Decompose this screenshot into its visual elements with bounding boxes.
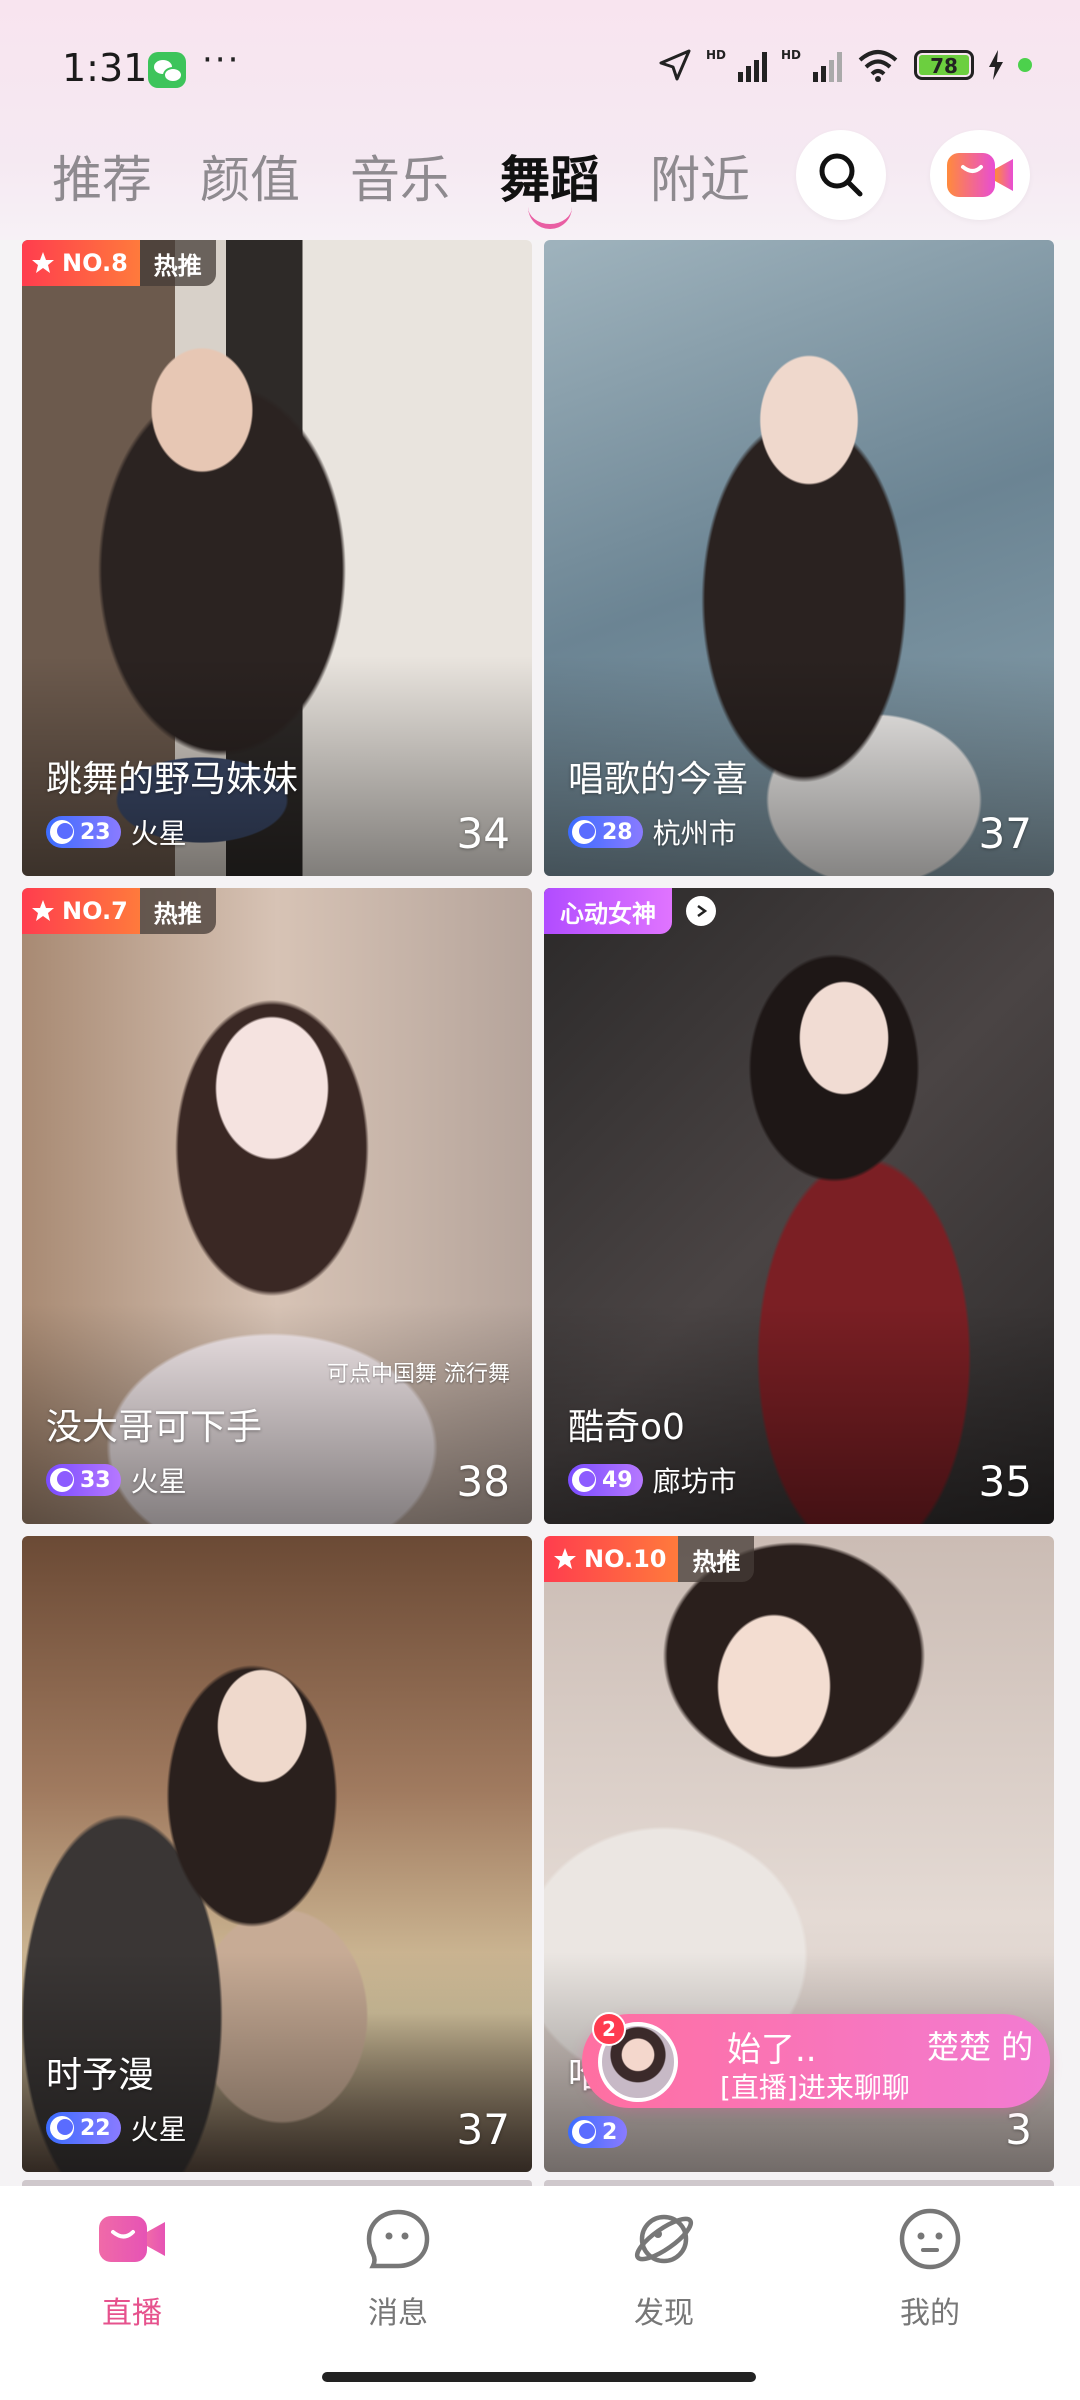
nav-discover[interactable]: 发现 (594, 2204, 734, 2332)
level-badge: 33 (46, 1464, 121, 1496)
unread-count-badge: 2 (592, 2012, 626, 2046)
signal-icon (737, 48, 767, 82)
go-live-button[interactable] (930, 130, 1030, 220)
category-tabs: 推荐 颜值 音乐 舞蹈 附近 (0, 130, 1080, 240)
streamer-name: 跳舞的野马妹妹 (46, 759, 299, 800)
live-camera-icon (97, 2204, 167, 2274)
location-label: 火星 (130, 817, 187, 850)
battery-icon: 78 (914, 50, 974, 80)
message-bubble-icon (363, 2204, 433, 2274)
level-badge: 49 (568, 1464, 643, 1496)
tab-looks[interactable]: 颜值 (200, 140, 300, 212)
viewer-count: 37 (978, 809, 1032, 858)
tab-dance[interactable]: 舞蹈 (500, 140, 600, 212)
streamer-name: 时予漫 (46, 2055, 155, 2096)
nav-label: 消息 (368, 2296, 428, 2331)
rank-badge: NO.10 热推 (544, 1536, 755, 1582)
live-invite-popup[interactable]: 2 始了.. 楚楚 的 [直播]进来聊聊 (582, 2012, 1050, 2108)
signal-icon-2 (813, 48, 842, 82)
moon-icon (50, 820, 74, 844)
moon-icon (572, 1468, 596, 1492)
rank-label: NO.7 (62, 897, 128, 925)
hot-badge: 热推 (678, 1536, 755, 1582)
viewer-count: 34 (456, 809, 510, 858)
heart-goddess-badge: 心动女神 (544, 888, 672, 934)
rank-badge: NO.7 热推 (22, 888, 216, 934)
level-badge: 22 (46, 2112, 121, 2144)
hot-badge: 热推 (139, 888, 216, 934)
status-bar: 1:31 ··· HD HD 78 (0, 0, 1080, 130)
performance-caption: 可点中国舞 流行舞 (327, 1362, 510, 1387)
profile-face-icon (895, 2204, 965, 2274)
bottom-navigation: 直播 消息 发现 我的 (0, 2186, 1080, 2400)
location-label: 火星 (130, 1465, 187, 1498)
location-label: 廊坊市 (652, 1465, 737, 1498)
search-icon (819, 153, 863, 197)
viewer-count: 38 (456, 1457, 510, 1506)
rank-label: NO.10 (584, 1545, 667, 1573)
charging-bolt-icon (989, 50, 1003, 80)
popup-title: 始了.. (727, 2030, 817, 2070)
hd-label: HD (705, 48, 726, 62)
level-badge: 23 (46, 816, 121, 848)
streamer-name: 酷奇o0 (568, 1407, 685, 1448)
popup-sender-name: 楚楚 的 (927, 2028, 1034, 2066)
moon-icon (50, 1468, 74, 1492)
viewer-count: 3 (1005, 2105, 1032, 2154)
star-icon (554, 1548, 576, 1569)
tab-nearby[interactable]: 附近 (650, 140, 750, 212)
nav-label: 发现 (634, 2296, 694, 2331)
status-icons: HD HD 78 (658, 48, 1032, 82)
live-card[interactable]: NO.7 热推 可点中国舞 流行舞 没大哥可下手 33 火星 38 (22, 888, 532, 1524)
privacy-dot (1018, 58, 1032, 72)
streamer-name: 唱歌的今喜 (568, 759, 749, 800)
level-badge: 28 (568, 816, 643, 848)
home-indicator[interactable] (322, 2372, 756, 2382)
tab-recommend[interactable]: 推荐 (52, 140, 152, 212)
nav-label: 我的 (900, 2296, 960, 2331)
rank-label: NO.8 (62, 249, 128, 277)
tab-music[interactable]: 音乐 (350, 140, 450, 212)
nav-profile[interactable]: 我的 (860, 2204, 1000, 2332)
play-arrow-icon (686, 896, 716, 926)
hd-label-2: HD (780, 48, 801, 62)
hot-badge: 热推 (139, 240, 216, 286)
streamer-name: 没大哥可下手 (46, 1407, 263, 1448)
moon-icon (572, 820, 596, 844)
wechat-icon (148, 52, 186, 88)
more-notifications-icon: ··· (202, 40, 241, 80)
moon-icon (50, 2116, 74, 2140)
popup-message: [直播]进来聊聊 (720, 2071, 910, 2104)
battery-level: 78 (919, 55, 969, 77)
viewer-count: 35 (978, 1457, 1032, 1506)
star-icon (32, 900, 54, 921)
live-card[interactable]: 唱歌的今喜 28 杭州市 37 (544, 240, 1054, 876)
location-arrow-icon (659, 49, 691, 81)
live-card[interactable]: 时予漫 22 火星 37 (22, 1536, 532, 2172)
nav-live[interactable]: 直播 (62, 2204, 202, 2332)
rank-badge: NO.8 热推 (22, 240, 216, 286)
location-label: 火星 (130, 2113, 187, 2146)
search-button[interactable] (796, 130, 886, 220)
nav-label: 直播 (102, 2296, 162, 2331)
planet-icon (629, 2204, 699, 2274)
nav-messages[interactable]: 消息 (328, 2204, 468, 2332)
tag-badge: 心动女神 (544, 888, 716, 934)
star-icon (32, 252, 54, 273)
moon-icon (572, 2120, 596, 2144)
active-tab-indicator (528, 206, 572, 229)
live-card[interactable]: NO.8 热推 跳舞的野马妹妹 23 火星 34 (22, 240, 532, 876)
status-time: 1:31 (62, 46, 148, 90)
live-card[interactable]: 心动女神 酷奇o0 49 廊坊市 35 (544, 888, 1054, 1524)
wifi-icon (858, 50, 898, 82)
level-badge: 2 (568, 2116, 628, 2148)
location-label: 杭州市 (652, 817, 737, 850)
video-camera-icon (947, 153, 1013, 197)
viewer-count: 37 (456, 2105, 510, 2154)
